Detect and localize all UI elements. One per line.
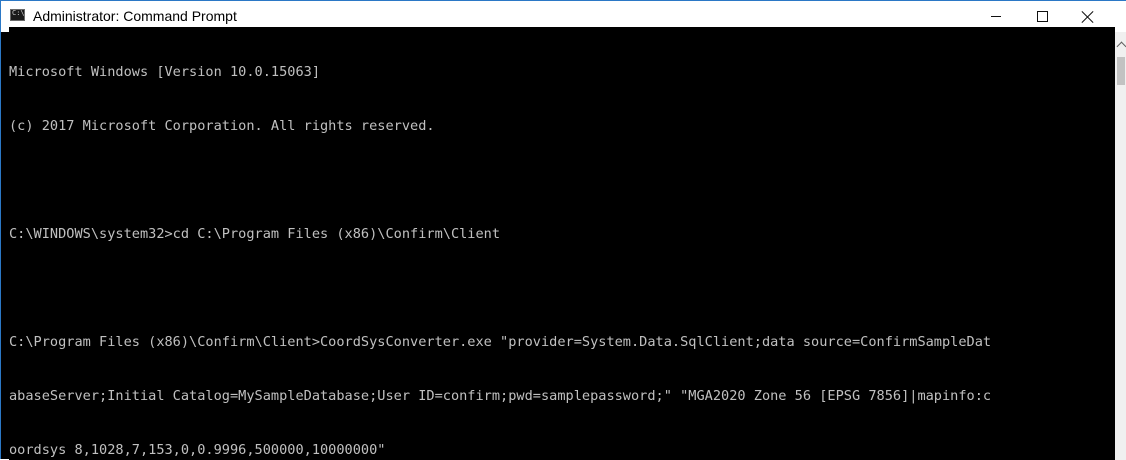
console-line: C:\WINDOWS\system32>cd C:\Program Files … [9, 226, 501, 242]
scrollbar-thumb[interactable] [1117, 57, 1125, 85]
console-line: Microsoft Windows [Version 10.0.15063] [9, 64, 320, 80]
maximize-icon [1036, 11, 1048, 22]
console-line: oordsys 8,1028,7,153,0,0.9996,500000,100… [9, 442, 386, 458]
scroll-up-arrow-icon[interactable] [1115, 32, 1126, 56]
command-prompt-window: Administrator: Command Prompt Microsoft … [0, 0, 1126, 460]
console-line: (c) 2017 Microsoft Corporation. All righ… [9, 118, 435, 134]
console-line: abaseServer;Initial Catalog=MySampleData… [9, 388, 992, 404]
window-title: Administrator: Command Prompt [33, 8, 237, 24]
console-line: C:\Program Files (x86)\Confirm\Client>Co… [9, 334, 992, 350]
close-icon [1081, 10, 1095, 24]
minimize-icon [991, 16, 1001, 17]
console-output[interactable]: Microsoft Windows [Version 10.0.15063] (… [9, 27, 1115, 460]
vertical-scrollbar[interactable] [1115, 32, 1126, 460]
cmd-icon[interactable] [10, 9, 25, 21]
